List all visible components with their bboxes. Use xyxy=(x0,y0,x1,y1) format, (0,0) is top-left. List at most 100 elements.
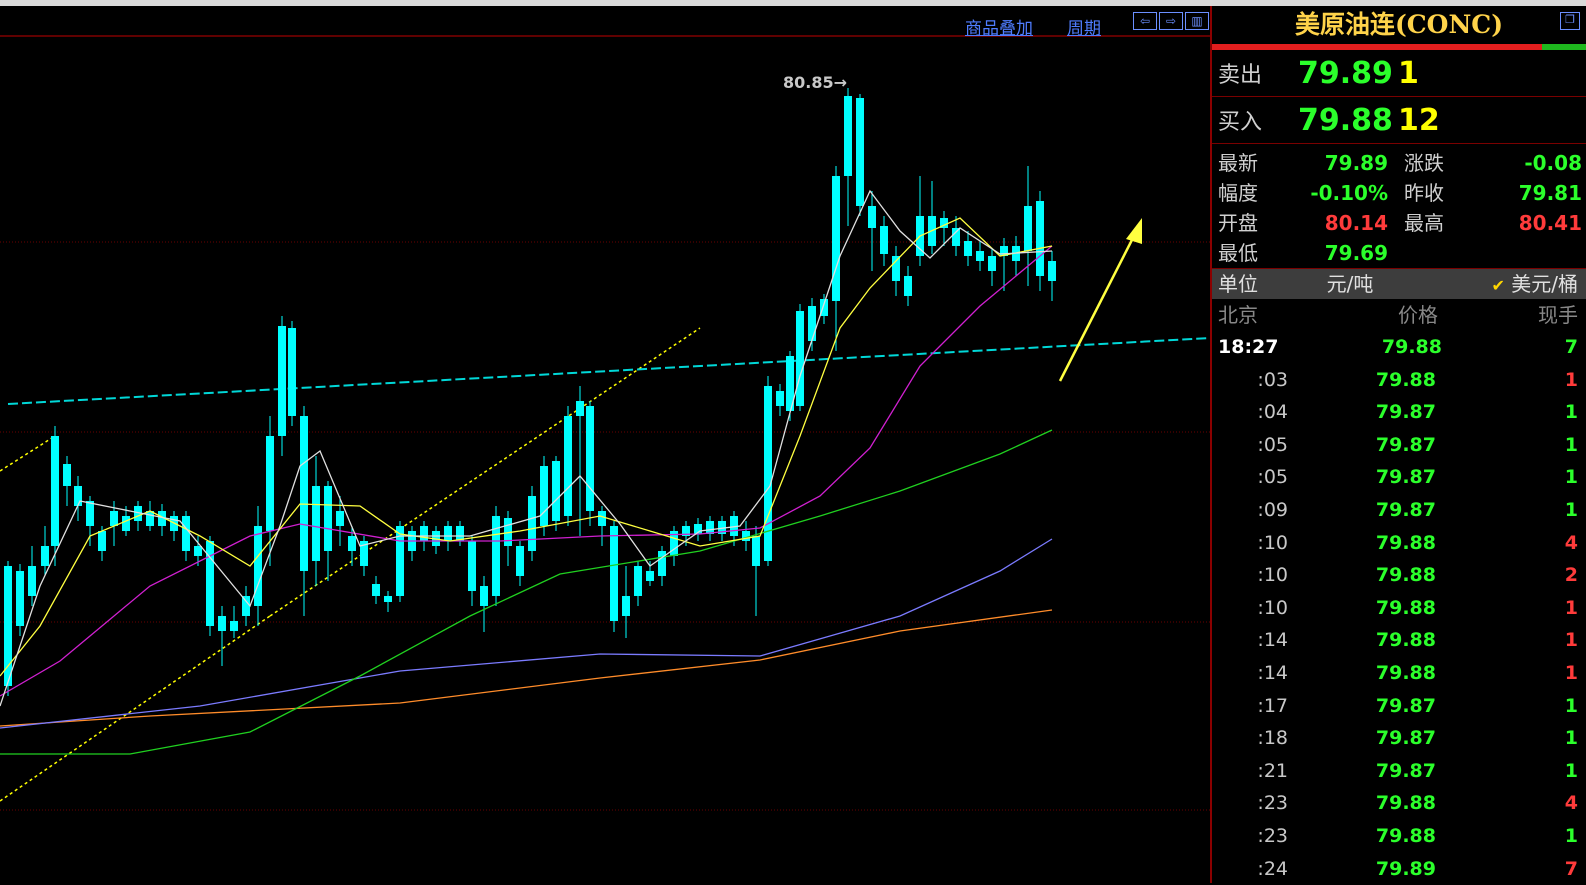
candle-body xyxy=(868,206,876,228)
tick-row: :1079.881 xyxy=(1212,592,1586,625)
tick-row: :1879.871 xyxy=(1212,722,1586,755)
chart-nav-buttons: ⇦ ⇨ ▥ xyxy=(1133,12,1209,30)
candle-body xyxy=(41,546,49,566)
restore-icon[interactable]: ❐ xyxy=(1560,12,1580,30)
tick-time: 18:27 xyxy=(1212,331,1294,364)
candle-body xyxy=(1024,206,1032,251)
arrow-line xyxy=(1060,232,1136,381)
tick-row: 18:2779.887 xyxy=(1212,331,1586,364)
tick-volume: 4 xyxy=(1436,527,1586,560)
ma120-line xyxy=(0,539,1052,728)
candle-body xyxy=(564,416,572,516)
candle-body xyxy=(194,546,202,556)
candle-body xyxy=(480,586,488,606)
chart-canvas[interactable]: 80.85→ xyxy=(0,6,1210,883)
tick-price: 79.87 xyxy=(1288,722,1436,755)
candle-body xyxy=(1048,261,1056,281)
candle-body xyxy=(348,536,356,551)
candle-body xyxy=(598,511,606,526)
tick-price: 79.88 xyxy=(1288,559,1436,592)
candle-body xyxy=(63,464,71,486)
tick-row: :0479.871 xyxy=(1212,396,1586,429)
tick-time: :05 xyxy=(1212,461,1288,494)
tick-price: 79.88 xyxy=(1288,820,1436,853)
tick-volume: 1 xyxy=(1436,657,1586,690)
stat-value-2: 80.14 xyxy=(1300,208,1388,238)
right-arrow-icon[interactable]: ⇨ xyxy=(1159,12,1183,30)
stats-table: 最新79.89涨跌-0.08幅度-0.10%昨收79.81开盘80.14最高80… xyxy=(1212,144,1586,269)
candle-body xyxy=(892,256,900,281)
kline-chart[interactable]: 80.85→ 商品叠加 周期 ⇦ ⇨ ▥ xyxy=(0,6,1210,883)
tick-row: :2379.884 xyxy=(1212,787,1586,820)
tick-volume: 1 xyxy=(1436,592,1586,625)
panel-toggle-icon[interactable]: ▥ xyxy=(1185,12,1209,30)
sell-price: 79.89 xyxy=(1298,56,1398,91)
stat-label-1: 幅度 xyxy=(1212,178,1300,208)
tick-time: :10 xyxy=(1212,592,1288,625)
stat-value2-1: 79.81 xyxy=(1474,178,1582,208)
candle-body xyxy=(796,311,804,406)
tick-time: :21 xyxy=(1212,755,1288,788)
candle-body xyxy=(808,306,816,341)
candle-body xyxy=(516,546,524,576)
buy-row: 买入 79.88 12 xyxy=(1212,97,1586,144)
candle-body xyxy=(444,526,452,541)
tick-row: :0579.871 xyxy=(1212,429,1586,462)
tick-price: 79.88 xyxy=(1288,787,1436,820)
candle-body xyxy=(706,521,714,534)
candle-body xyxy=(230,621,238,631)
candle-body xyxy=(764,386,772,561)
tick-price: 79.87 xyxy=(1288,461,1436,494)
tick-time: :14 xyxy=(1212,624,1288,657)
period-link[interactable]: 周期 xyxy=(1067,14,1101,39)
tick-volume: 2 xyxy=(1436,559,1586,592)
candle-body xyxy=(98,531,106,551)
tick-volume: 7 xyxy=(1442,331,1586,364)
tick-volume: 4 xyxy=(1436,787,1586,820)
tick-volume: 1 xyxy=(1436,690,1586,723)
stat-value-1: -0.10% xyxy=(1300,178,1388,208)
tick-volume: 1 xyxy=(1436,820,1586,853)
candle-body xyxy=(832,176,840,301)
tick-time: :24 xyxy=(1212,853,1288,885)
candle-body xyxy=(586,406,594,511)
sell-volume: 1 xyxy=(1398,56,1419,91)
tick-price: 79.87 xyxy=(1288,494,1436,527)
candle-body xyxy=(300,416,308,571)
trend-line xyxy=(8,338,1210,404)
tick-header: 北京 价格 现手 xyxy=(1212,299,1586,331)
tick-row: :1479.881 xyxy=(1212,624,1586,657)
candle-body xyxy=(122,516,130,531)
unit-cny-option[interactable]: 元/吨 xyxy=(1300,269,1400,299)
tick-time: :04 xyxy=(1212,396,1288,429)
buy-volume: 12 xyxy=(1398,103,1440,138)
tick-volume: 1 xyxy=(1436,364,1586,397)
candle-body xyxy=(372,584,380,596)
candle-body xyxy=(552,461,560,521)
tick-row: :0379.881 xyxy=(1212,364,1586,397)
candle-body xyxy=(468,541,476,591)
candle-body xyxy=(182,516,190,551)
channel-lower-line xyxy=(0,616,270,801)
candle-body xyxy=(844,96,852,176)
stat-label-0: 最新 xyxy=(1212,148,1300,178)
tick-volume: 1 xyxy=(1436,396,1586,429)
candle-body xyxy=(86,501,94,526)
candle-body xyxy=(266,436,274,531)
unit-usd-option[interactable]: ✔ 美元/桶 xyxy=(1400,269,1586,299)
stat-value-0: 79.89 xyxy=(1300,148,1388,178)
overlay-commodity-link[interactable]: 商品叠加 xyxy=(965,14,1033,39)
ma60-line xyxy=(0,430,1052,754)
arrow-head xyxy=(1126,218,1142,244)
tick-price: 79.87 xyxy=(1288,690,1436,723)
unit-label: 单位 xyxy=(1212,269,1300,299)
tick-row: :0579.871 xyxy=(1212,461,1586,494)
candle-body xyxy=(904,276,912,296)
candle-body xyxy=(646,571,654,581)
stat-value-3: 79.69 xyxy=(1300,238,1388,268)
tick-volume: 1 xyxy=(1436,461,1586,494)
candle-body xyxy=(420,526,428,541)
candle-body xyxy=(16,571,24,626)
candle-body xyxy=(576,401,584,416)
left-arrow-icon[interactable]: ⇦ xyxy=(1133,12,1157,30)
